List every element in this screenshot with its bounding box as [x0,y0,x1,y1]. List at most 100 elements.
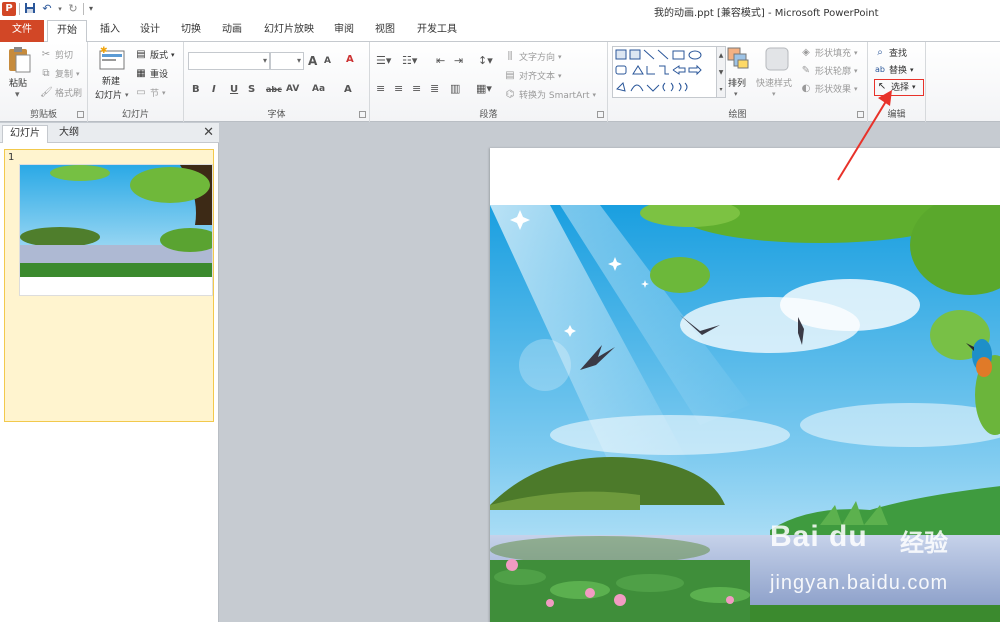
numbering-icon[interactable]: ☷▾ [402,54,417,67]
font-name-combo[interactable]: ▾ [188,52,270,70]
window-title: 我的动画.ppt [兼容模式] - Microsoft PowerPoint [654,8,879,19]
quick-styles-dropdown-icon[interactable]: ▾ [772,90,776,98]
format-painter-icon: 🖌 [40,86,53,98]
slides-pane: 幻灯片 大纲 ✕ 1 [0,123,219,622]
clear-format-button[interactable]: A [346,54,354,65]
line-spacing-icon[interactable]: ↕▾ [478,54,493,67]
tab-home[interactable]: 开始 [47,20,87,43]
replace-button[interactable]: ab 替换 ▾ [874,63,914,77]
find-button[interactable]: ⌕ 查找 [874,46,908,60]
tab-animations[interactable]: 动画 [214,20,250,42]
increase-indent-icon[interactable]: ⇥ [454,54,463,67]
shape-fill-button[interactable]: ◈ 形状填充 ▾ [800,46,857,60]
font-color-button[interactable]: A [344,84,352,95]
tab-file[interactable]: 文件 [0,20,44,42]
font-grow-button[interactable]: A [308,54,317,68]
customize-qat-icon[interactable]: ▾ [87,2,95,16]
slide-thumbnail-item[interactable]: 1 [4,149,214,422]
paste-dropdown-icon[interactable]: ▾ [15,90,20,100]
font-size-combo[interactable]: ▾ [270,52,304,70]
decrease-indent-icon[interactable]: ⇤ [436,54,445,67]
watermark-logo: Bai du [770,520,868,553]
qat-separator [83,3,84,15]
change-case-button[interactable]: Aa [312,84,325,94]
tab-view[interactable]: 视图 [367,20,403,42]
distribute-icon[interactable]: ▥ [450,82,460,95]
tab-transitions[interactable]: 切换 [173,20,209,42]
section-icon: ▭ [136,86,146,98]
smartart-icon: ⌬ [505,88,515,100]
ribbon-tab-row: 文件 开始 插入 设计 切换 动画 幻灯片放映 审阅 视图 开发工具 [0,20,1000,43]
new-slide-label-1[interactable]: 新建 [102,74,120,87]
find-label: 查找 [889,49,908,59]
bold-button[interactable]: B [192,84,200,95]
paste-icon[interactable] [6,46,34,74]
paragraph-group-label: 段落 [479,110,498,120]
slides-group-label: 幻灯片 [121,110,149,120]
new-slide-button[interactable]: 幻灯片 ▾ [95,88,129,102]
drawing-group: ▲ ▼ ▾ 排列 ▾ 快速样式 ▾ ◈ 形状填充 ▾ ✎ 形状轮廓 ▾ ◐ 形状效果 ▾ 绘图 [608,42,868,122]
text-direction-button[interactable]: ⫼ 文字方向 ▾ [504,50,562,64]
shape-outline-label: 形状轮廓 [815,67,852,77]
font-group: ▾ ▾ A A A B I U S abc AV Aa A 字体 [184,42,370,122]
undo-dropdown-icon[interactable]: ▾ [57,2,63,16]
align-left-icon[interactable]: ≡ [376,82,385,95]
align-center-icon[interactable]: ≡ [394,82,403,95]
replace-label: 替换 [889,66,908,76]
redo-icon[interactable]: ↻ [66,2,80,16]
shapes-gallery-scroll[interactable]: ▲ ▼ ▾ [716,46,726,98]
arrange-icon[interactable] [726,46,754,74]
clipboard-group: 粘贴 ▾ ✂ 剪切 ⧉ 复制 ▾ 🖌 格式刷 剪贴板 [0,42,88,122]
tab-developer[interactable]: 开发工具 [410,20,464,42]
columns-icon[interactable]: ▦▾ [476,82,492,95]
paragraph-launcher-icon[interactable] [597,111,604,118]
close-icon[interactable]: ✕ [203,125,214,140]
text-direction-icon: ⫼ [507,50,513,62]
qat-separator [19,3,20,15]
quick-styles-icon[interactable] [764,46,792,74]
font-launcher-icon[interactable] [359,111,366,118]
slide-thumbnail[interactable] [19,164,213,296]
shape-fill-label: 形状填充 [815,49,852,59]
undo-icon[interactable]: ↶ [40,2,54,16]
underline-button[interactable]: U [230,84,238,95]
tab-outline[interactable]: 大纲 [52,125,86,143]
clipboard-group-label: 剪贴板 [29,110,57,120]
font-shrink-button[interactable]: A [324,56,331,66]
shape-outline-button[interactable]: ✎ 形状轮廓 ▾ [800,64,858,78]
bullets-icon[interactable]: ☰▾ [376,54,391,67]
quick-styles-button[interactable]: 快速样式 [756,76,792,89]
tab-design[interactable]: 设计 [132,20,168,42]
arrange-button[interactable]: 排列 [728,76,746,89]
tab-insert[interactable]: 插入 [92,20,128,42]
italic-button[interactable]: I [212,84,216,95]
cut-button[interactable]: ✂ 剪切 [40,48,73,62]
shapes-gallery[interactable] [612,46,718,98]
convert-smartart-button[interactable]: ⌬ 转换为 SmartArt ▾ [504,88,596,102]
reset-button[interactable]: ▦ 重设 [135,67,168,81]
strikethrough-button[interactable]: abc [266,85,282,94]
tab-review[interactable]: 审阅 [326,20,362,42]
svg-text:✱: ✱ [100,46,108,56]
slide-number: 1 [8,152,15,163]
section-button[interactable]: ▭ 节 ▾ [135,86,165,100]
tab-slides[interactable]: 幻灯片 [2,125,48,143]
paste-button[interactable]: 粘贴 [9,76,27,89]
layout-button[interactable]: ▤ 版式 ▾ [135,48,174,62]
align-text-button[interactable]: ▤ 对齐文本 ▾ [504,69,561,83]
format-painter-button[interactable]: 🖌 格式刷 [40,86,82,100]
char-spacing-button[interactable]: AV [286,84,299,94]
save-icon[interactable] [23,2,37,16]
clipboard-launcher-icon[interactable] [77,111,84,118]
new-slide-icon[interactable]: ✱ [98,46,126,74]
convert-smartart-label: 转换为 SmartArt [519,91,590,101]
powerpoint-app-icon[interactable]: P [2,2,16,16]
tab-slideshow[interactable]: 幻灯片放映 [258,20,320,42]
pane-tabs: 幻灯片 大纲 ✕ [0,123,219,143]
copy-button[interactable]: ⧉ 复制 ▾ [40,67,79,81]
shadow-button[interactable]: S [248,84,255,95]
align-right-icon[interactable]: ≡ [412,82,421,95]
arrange-dropdown-icon[interactable]: ▾ [734,90,738,98]
justify-icon[interactable]: ≣ [430,82,439,95]
new-slide-label-2: 幻灯片 [95,91,123,101]
